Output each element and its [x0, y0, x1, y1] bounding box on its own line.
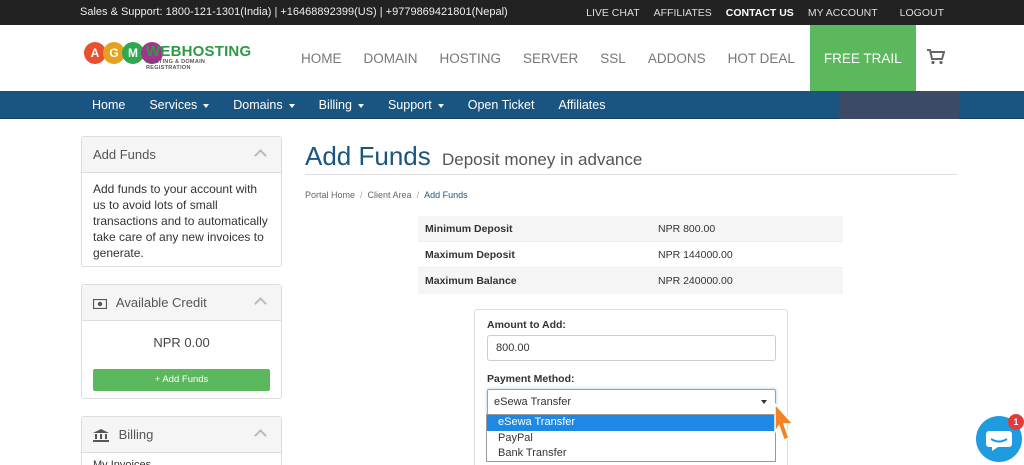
billing-panel-header[interactable]: Billing	[82, 417, 281, 453]
option-paypal[interactable]: PayPal	[487, 431, 775, 447]
limit-value: NPR 144000.00	[651, 241, 843, 268]
limit-label: Maximum Balance	[418, 267, 651, 294]
nav-server[interactable]: SERVER	[512, 25, 589, 91]
client-nav-home[interactable]: Home	[80, 91, 137, 119]
breadcrumb-portal-home[interactable]: Portal Home	[305, 190, 355, 200]
available-credit-title: Available Credit	[115, 295, 207, 310]
my-account-link[interactable]: MY ACCOUNT	[808, 7, 878, 19]
caret-down-icon	[288, 103, 295, 108]
available-credit-header[interactable]: Available Credit	[82, 285, 281, 321]
breadcrumb-client-area[interactable]: Client Area	[368, 190, 412, 200]
contact-us-link[interactable]: CONTACT US	[726, 7, 794, 19]
nav-hot-deal[interactable]: HOT DEAL	[717, 25, 806, 91]
available-credit-panel: Available Credit NPR 0.00 + Add Funds	[81, 284, 282, 399]
caret-down-icon	[437, 103, 444, 108]
limit-label: Minimum Deposit	[418, 215, 651, 242]
chevron-up-icon[interactable]	[254, 149, 267, 162]
add-funds-button[interactable]: + Add Funds	[93, 369, 270, 391]
client-nav-affiliates[interactable]: Affiliates	[546, 91, 617, 119]
page-subtitle: Deposit money in advance	[441, 150, 643, 169]
nav-free-trail[interactable]: FREE TRAIL	[809, 25, 916, 91]
client-nav-domains-label: Domains	[233, 98, 283, 112]
chevron-up-icon[interactable]	[254, 297, 267, 310]
chevron-up-icon[interactable]	[254, 429, 267, 442]
limit-label: Maximum Deposit	[418, 241, 651, 268]
title-divider	[305, 174, 957, 175]
deposit-limits-table: Minimum Deposit NPR 800.00 Maximum Depos…	[418, 215, 843, 294]
nav-home[interactable]: HOME	[290, 25, 353, 91]
payment-method-dropdown: eSewa Transfer PayPal Bank Transfer	[486, 414, 776, 462]
money-icon	[93, 298, 107, 309]
breadcrumb-add-funds: Add Funds	[424, 190, 468, 200]
client-nav-support[interactable]: Support	[376, 91, 456, 119]
nav-search-block[interactable]	[839, 91, 959, 119]
page-title: Add Funds Deposit money in advance	[305, 141, 642, 172]
nav-addons[interactable]: ADDONS	[637, 25, 717, 91]
caret-down-icon	[203, 103, 210, 108]
billing-panel-title: Billing	[118, 427, 154, 442]
billing-panel: Billing My Invoices	[81, 416, 282, 465]
bank-icon	[93, 429, 109, 443]
caret-down-icon	[357, 103, 364, 108]
table-row: Maximum Balance NPR 240000.00	[418, 267, 843, 294]
client-nav-open-ticket-label: Open Ticket	[467, 98, 535, 112]
top-links: LIVE CHAT AFFILIATES CONTACT US MY ACCOU…	[572, 7, 944, 19]
page-title-text: Add Funds	[305, 141, 431, 171]
client-nav-open-ticket[interactable]: Open Ticket	[456, 91, 547, 119]
payment-method-selected: eSewa Transfer	[494, 396, 572, 408]
affiliates-top-link[interactable]: AFFILIATES	[654, 7, 712, 19]
cart-icon[interactable]	[927, 49, 945, 65]
option-bank-transfer[interactable]: Bank Transfer	[487, 446, 775, 462]
site-logo[interactable]: A G M WEBHOSTING HOSTING & DOMAIN REGIST…	[84, 42, 252, 74]
mouse-cursor-icon	[774, 402, 795, 441]
amount-label: Amount to Add:	[487, 319, 566, 331]
client-nav-affiliates-label: Affiliates	[558, 98, 606, 112]
main-nav: HOME DOMAIN HOSTING SERVER SSL ADDONS HO…	[290, 25, 916, 91]
client-nav-billing-label: Billing	[318, 98, 352, 112]
nav-ssl[interactable]: SSL	[589, 25, 637, 91]
live-chat-button[interactable]: 1	[976, 414, 1024, 462]
amount-input[interactable]: 800.00	[487, 335, 776, 361]
live-chat-link[interactable]: LIVE CHAT	[586, 7, 639, 19]
client-nav-bar: Home Services Domains Billing Support Op…	[0, 91, 1024, 119]
credit-amount: NPR 0.00	[153, 335, 210, 350]
logo-tagline: HOSTING & DOMAIN REGISTRATION	[146, 59, 206, 71]
client-nav-home-label: Home	[92, 98, 126, 112]
client-nav-domains[interactable]: Domains	[221, 91, 306, 119]
nav-hosting[interactable]: HOSTING	[429, 25, 513, 91]
limit-value: NPR 800.00	[651, 215, 843, 242]
client-nav-support-label: Support	[387, 98, 432, 112]
site-header: A G M WEBHOSTING HOSTING & DOMAIN REGIST…	[0, 25, 1024, 91]
support-phone-text: Sales & Support: 1800-121-1301(India) | …	[80, 6, 508, 18]
option-esewa-transfer[interactable]: eSewa Transfer	[487, 415, 775, 431]
top-bar: Sales & Support: 1800-121-1301(India) | …	[0, 0, 1024, 25]
caret-down-icon	[761, 400, 767, 404]
add-funds-panel-title: Add Funds	[93, 147, 156, 162]
table-row: Maximum Deposit NPR 144000.00	[418, 241, 843, 268]
add-funds-panel: Add Funds Add funds to your account with…	[81, 136, 282, 267]
client-nav-services[interactable]: Services	[137, 91, 221, 119]
payment-method-select[interactable]: eSewa Transfer	[487, 389, 776, 415]
logout-link[interactable]: LOGOUT	[900, 7, 944, 19]
add-funds-panel-header[interactable]: Add Funds	[82, 137, 281, 173]
table-row: Minimum Deposit NPR 800.00	[418, 215, 843, 242]
client-nav-services-label: Services	[149, 98, 198, 112]
payment-method-label: Payment Method:	[487, 373, 575, 385]
limit-value: NPR 240000.00	[651, 267, 843, 294]
nav-domain[interactable]: DOMAIN	[353, 25, 429, 91]
add-funds-description: Add funds to your account with us to avo…	[93, 182, 268, 260]
logo-brand: WEBHOSTING	[146, 43, 252, 60]
breadcrumb: Portal Home / Client Area / Add Funds	[305, 190, 468, 200]
chat-notification-badge: 1	[1008, 414, 1024, 430]
billing-my-invoices-link[interactable]: My Invoices	[82, 453, 281, 465]
client-nav-billing[interactable]: Billing	[307, 91, 376, 119]
